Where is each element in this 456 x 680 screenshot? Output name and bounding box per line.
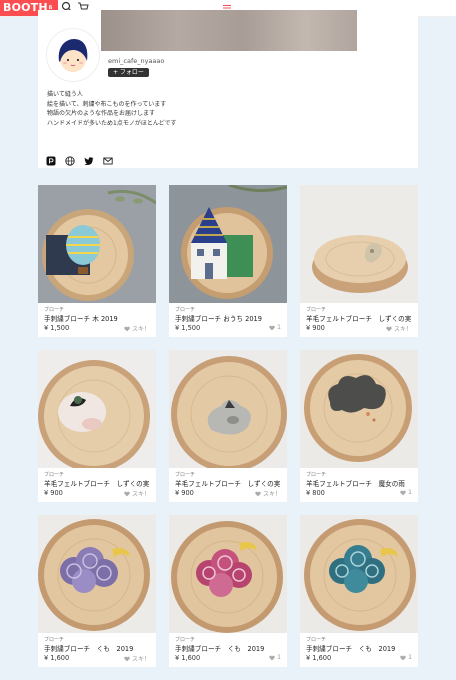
like-button[interactable]: 1 — [400, 489, 412, 496]
product-name[interactable]: 手刺繍ブローチ おうち 2019 — [175, 313, 262, 323]
bio-line: 描いて縫う人 — [47, 91, 83, 98]
pink-cloud-brooch-image[interactable] — [169, 515, 287, 633]
like-count: スキ！ — [131, 656, 150, 663]
purple-cloud-brooch-image[interactable] — [38, 515, 156, 633]
product-card[interactable]: ブローチ 羊毛フェルトブローチ 魔女の雨 ¥ 800 1 — [300, 350, 418, 502]
product-card[interactable]: ブローチ 羊毛フェルトブローチ しずくの実 ¥ 900 スキ！ — [169, 350, 287, 502]
like-button[interactable]: スキ！ — [124, 489, 150, 498]
like-count: 1 — [277, 654, 281, 661]
like-count: スキ！ — [393, 326, 412, 333]
product-category: ブローチ — [175, 637, 196, 643]
hot-air-balloon-brooch-image[interactable] — [38, 185, 156, 303]
bio-line: 物語の欠片のような作品をお届けします — [47, 110, 156, 118]
felt-bird-brooch-image[interactable] — [38, 350, 156, 468]
felt-drop-brooch-image[interactable] — [300, 185, 418, 303]
follow-button[interactable]: + フォロー — [108, 68, 149, 77]
like-button[interactable]: 1 — [400, 654, 412, 661]
product-card[interactable]: ブローチ 手刺繍ブローチ おうち 2019 ¥ 1,500 1 — [169, 185, 287, 337]
globe-icon[interactable] — [65, 151, 75, 166]
product-price: ¥ 900 — [306, 324, 325, 332]
product-card[interactable]: ブローチ 手刺繍ブローチ くも 2019 ¥ 1,600 スキ！ — [38, 515, 156, 667]
product-card[interactable]: ブローチ 羊毛フェルトブローチ しずくの実 ¥ 900 スキ！ — [38, 350, 156, 502]
heart-icon — [124, 326, 130, 331]
product-price: ¥ 800 — [306, 489, 325, 497]
house-brooch-image[interactable] — [169, 185, 287, 303]
shop-cover-image — [101, 10, 357, 51]
product-name[interactable]: 羊毛フェルトブローチ しずくの実 — [306, 313, 411, 323]
like-count: スキ！ — [131, 326, 150, 333]
product-price: ¥ 1,600 — [175, 654, 201, 662]
product-category: ブローチ — [306, 307, 327, 313]
heart-icon — [255, 491, 261, 496]
like-count: スキ！ — [262, 491, 281, 498]
product-price: ¥ 1,600 — [306, 654, 332, 662]
product-name[interactable]: 手刺繍ブローチ くも 2019 — [175, 643, 264, 653]
product-category: ブローチ — [306, 637, 327, 643]
product-name[interactable]: 羊毛フェルトブローチ しずくの実 — [175, 478, 280, 488]
product-card[interactable]: ブローチ 羊毛フェルトブローチ しずくの実 ¥ 900 スキ！ — [300, 185, 418, 337]
product-card[interactable]: ブローチ 手刺繍ブローチ 木 2019 ¥ 1,500 スキ！ — [38, 185, 156, 337]
product-price: ¥ 900 — [175, 489, 194, 497]
product-card[interactable]: ブローチ 手刺繍ブローチ くも 2019 ¥ 1,600 1 — [169, 515, 287, 667]
product-category: ブローチ — [44, 472, 65, 478]
bio-line: ハンドメイドが多いため1点モノがほとんどです — [47, 119, 177, 127]
felt-grey-brooch-image[interactable] — [169, 350, 287, 468]
product-category: ブローチ — [175, 472, 196, 478]
shop-bio: 描いて縫う人 絵を描いて、刺繍や布こものを作っています 物語の欠片のような作品を… — [47, 90, 407, 128]
product-category: ブローチ — [44, 307, 65, 313]
bio-line: 絵を描いて、刺繍や布こものを作っています — [47, 100, 167, 108]
mail-icon[interactable] — [103, 151, 113, 165]
product-category: ブローチ — [306, 472, 327, 478]
product-name[interactable]: 羊毛フェルトブローチ しずくの実 — [44, 478, 149, 488]
like-button[interactable]: スキ！ — [124, 324, 150, 333]
product-name[interactable]: 手刺繍ブローチ くも 2019 — [306, 643, 395, 653]
heart-icon — [400, 490, 406, 495]
shop-profile-card: emi_cafe_nyaaao + フォロー 描いて縫う人 絵を描いて、刺繍や布… — [38, 10, 418, 168]
product-name[interactable]: 手刺繍ブローチ くも 2019 — [44, 643, 133, 653]
teal-cloud-brooch-image[interactable] — [300, 515, 418, 633]
shop-name[interactable]: emi_cafe_nyaaao — [108, 57, 164, 65]
like-count: スキ！ — [131, 491, 150, 498]
product-name[interactable]: 手刺繍ブローチ 木 2019 — [44, 313, 118, 323]
product-name[interactable]: 羊毛フェルトブローチ 魔女の雨 — [306, 478, 405, 488]
heart-icon — [386, 326, 392, 331]
product-price: ¥ 1,500 — [44, 324, 70, 332]
felt-cloud-brooch-image[interactable] — [300, 350, 418, 468]
product-price: ¥ 1,500 — [175, 324, 201, 332]
shop-avatar[interactable] — [46, 28, 100, 82]
heart-icon — [269, 655, 275, 660]
product-card[interactable]: ブローチ 手刺繍ブローチ くも 2019 ¥ 1,600 1 — [300, 515, 418, 667]
heart-icon — [400, 655, 406, 660]
social-links — [46, 151, 113, 166]
like-count: 1 — [277, 324, 281, 331]
product-price: ¥ 900 — [44, 489, 63, 497]
heart-icon — [124, 656, 130, 661]
heart-icon — [124, 491, 130, 496]
like-button[interactable]: スキ！ — [124, 654, 150, 663]
like-button[interactable]: 1 — [269, 654, 281, 661]
like-count: 1 — [408, 489, 412, 496]
like-count: 1 — [408, 654, 412, 661]
like-button[interactable]: スキ！ — [386, 324, 412, 333]
twitter-icon[interactable] — [84, 151, 94, 165]
heart-icon — [269, 325, 275, 330]
product-price: ¥ 1,600 — [44, 654, 70, 662]
product-category: ブローチ — [44, 637, 65, 643]
like-button[interactable]: 1 — [269, 324, 281, 331]
product-category: ブローチ — [175, 307, 196, 313]
like-button[interactable]: スキ！ — [255, 489, 281, 498]
pixiv-icon[interactable] — [46, 151, 56, 166]
